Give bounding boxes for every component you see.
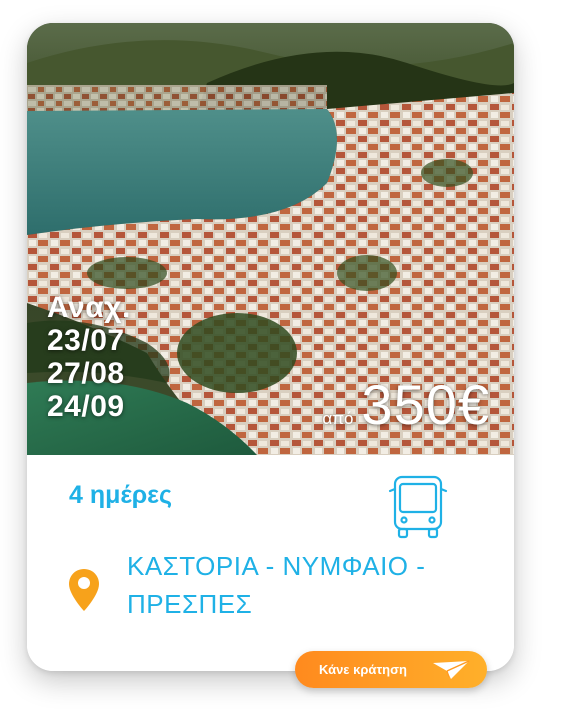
book-now-label: Κάνε κράτηση — [319, 662, 407, 677]
price: από 350€ — [322, 375, 490, 435]
book-now-button[interactable]: Κάνε κράτηση — [295, 651, 487, 688]
departure-date: 27/08 — [47, 357, 125, 390]
location-pin-icon — [69, 569, 99, 611]
departure-dates: Αναχ. 23/07 27/08 24/09 — [47, 291, 131, 423]
bus-icon — [388, 475, 448, 539]
departure-date: 24/09 — [47, 390, 125, 423]
trip-card[interactable]: Αναχ. 23/07 27/08 24/09 από 350€ 4 ημέρε… — [27, 23, 514, 671]
trip-info: 4 ημέρες ΚΑΣΤΟΡΙΑ - ΝΥΜΦΑΙΟ - ΠΡΕΣΠΕΣ — [27, 455, 514, 671]
trip-photo: Αναχ. 23/07 27/08 24/09 από 350€ — [27, 23, 514, 455]
paper-plane-icon — [433, 660, 470, 679]
price-prefix: από — [322, 409, 354, 428]
dates-label: Αναχ. — [47, 291, 131, 324]
departure-date: 23/07 — [47, 324, 125, 357]
price-value: 350€ — [361, 373, 490, 436]
trip-duration: 4 ημέρες — [69, 481, 173, 509]
trip-route: ΚΑΣΤΟΡΙΑ - ΝΥΜΦΑΙΟ - ΠΡΕΣΠΕΣ — [127, 551, 426, 619]
